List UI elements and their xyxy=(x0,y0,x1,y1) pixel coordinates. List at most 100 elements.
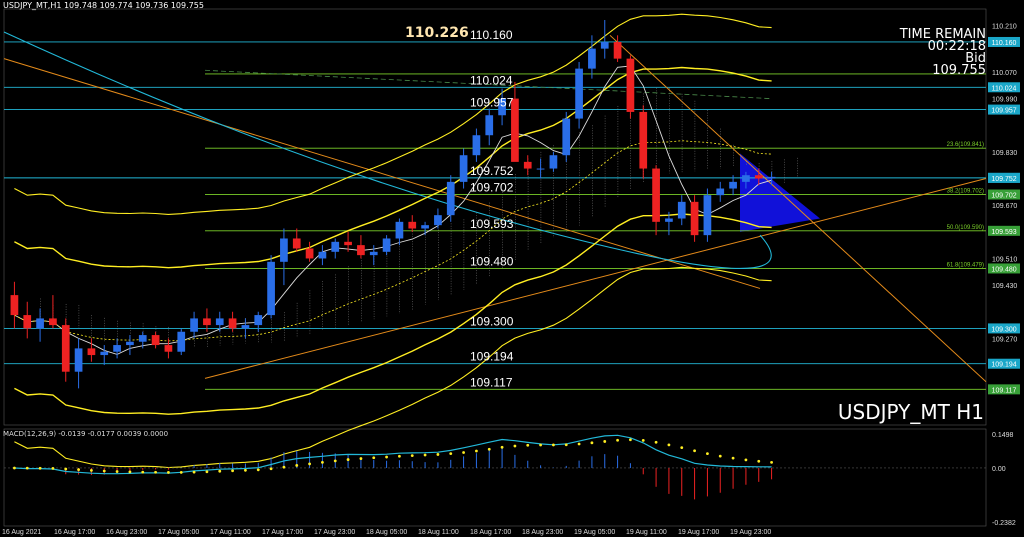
macd-axis-tick: 0.1498 xyxy=(992,432,1014,439)
candle-body xyxy=(742,175,750,182)
candle-body xyxy=(690,201,699,236)
level-label: 109.702 xyxy=(470,181,514,195)
candle-body xyxy=(203,318,211,326)
level-label: 109.480 xyxy=(470,254,514,268)
macd-signal-dot xyxy=(295,464,299,467)
candle-body xyxy=(74,348,83,372)
macd-signal-dot xyxy=(102,469,106,473)
candle-body xyxy=(459,155,468,182)
time-axis-label: 19 Aug 05:00 xyxy=(574,529,615,536)
macd-signal-dot xyxy=(141,470,145,474)
candle-body xyxy=(61,325,70,372)
price-axis-tick: 109.270 xyxy=(992,336,1017,343)
macd-signal-dot xyxy=(577,442,581,446)
price-tag-text: 109.957 xyxy=(991,108,1016,115)
candle-body xyxy=(639,111,648,169)
candle-body xyxy=(49,318,57,326)
macd-signal-dot xyxy=(385,455,388,459)
bollinger-band xyxy=(14,66,772,269)
level-label: 110.024 xyxy=(470,73,513,87)
price-axis-tick: 110.070 xyxy=(992,70,1017,77)
current-price-text: 109.752 xyxy=(991,176,1016,183)
macd-signal-dot xyxy=(346,458,350,461)
candle-body xyxy=(446,181,455,216)
time-axis-label: 16 Aug 2021 xyxy=(2,529,41,536)
macd-signal-dot xyxy=(616,438,619,442)
candle-body xyxy=(767,176,776,179)
macd-signal-dot xyxy=(90,468,93,472)
fib-label: 38.2(109.702) xyxy=(947,189,984,195)
candle-body xyxy=(434,215,442,226)
time-axis-label: 17 Aug 23:00 xyxy=(314,529,355,536)
macd-signal-dot xyxy=(205,470,209,474)
macd-signal-dot xyxy=(526,443,530,447)
price-axis-tick: 109.510 xyxy=(992,256,1017,263)
candle-body xyxy=(523,161,532,169)
price-axis-tick: 109.430 xyxy=(992,283,1017,290)
candle-body xyxy=(562,118,571,156)
level-label: 109.957 xyxy=(470,96,514,110)
price-tag-text: 109.300 xyxy=(991,326,1016,333)
time-axis-label: 16 Aug 17:00 xyxy=(54,529,95,536)
candle-body xyxy=(408,221,417,229)
candle-body xyxy=(357,245,365,256)
triangle-pattern-fill xyxy=(740,153,820,232)
macd-signal-dot xyxy=(64,467,68,471)
macd-signal-dot xyxy=(333,459,337,463)
time-axis-label: 19 Aug 23:00 xyxy=(730,529,771,536)
macd-signal-dot xyxy=(192,470,196,474)
price-axis-tick: 109.990 xyxy=(992,97,1017,104)
candle-body xyxy=(23,315,32,329)
candle-body xyxy=(292,238,301,249)
macd-signal-dot xyxy=(641,438,645,442)
macd-signal-dot xyxy=(256,468,260,472)
candle-body xyxy=(652,168,660,222)
level-label: 109.194 xyxy=(470,350,514,364)
macd-signal-dot xyxy=(231,469,234,473)
macd-signal-dot xyxy=(398,454,401,458)
macd-signal-dot xyxy=(51,466,55,470)
macd-signal-dot xyxy=(128,470,132,474)
macd-signal-dot xyxy=(462,451,465,454)
level-label: 109.117 xyxy=(470,375,513,389)
candle-body xyxy=(113,345,121,352)
price-tag-text: 110.160 xyxy=(992,40,1017,47)
macd-signal-dot xyxy=(693,449,696,453)
macd-signal-dot xyxy=(539,443,542,447)
time-axis-label: 17 Aug 05:00 xyxy=(158,529,199,536)
candle-body xyxy=(280,238,288,262)
macd-signal-dot xyxy=(744,458,748,462)
price-tag-text: 109.480 xyxy=(991,266,1016,273)
candle-body xyxy=(716,188,725,196)
candle-body xyxy=(575,68,583,119)
time-axis-label: 18 Aug 23:00 xyxy=(522,529,563,536)
price-tag-text: 109.117 xyxy=(992,387,1017,394)
candle-body xyxy=(126,341,134,346)
macd-pane-frame xyxy=(3,428,987,527)
fib-label: 50.0(109.590) xyxy=(947,225,984,231)
macd-signal-dot xyxy=(38,466,42,470)
candle-body xyxy=(241,325,250,329)
candle-body xyxy=(549,155,558,169)
candle-body xyxy=(421,225,429,229)
downtrend-line xyxy=(3,58,761,289)
candle-body xyxy=(729,181,737,189)
price-tag-text: 109.593 xyxy=(991,229,1016,236)
macd-signal-dot xyxy=(436,453,440,456)
candle-body xyxy=(536,168,545,170)
macd-signal-dot xyxy=(410,454,414,457)
candle-body xyxy=(344,241,352,246)
price-chart[interactable]: 110.160 110.024 109.957 23.6(109.841) 109.75… xyxy=(0,0,1024,537)
macd-signal-dot xyxy=(475,449,478,453)
macd-signal-dot xyxy=(629,438,632,442)
candle-body xyxy=(485,115,494,136)
bid-value: 109.755 xyxy=(932,63,986,78)
macd-signal-dot xyxy=(731,456,735,460)
macd-axis-tick: -0.2382 xyxy=(992,520,1016,527)
symbol-header: USDJPY_MT,H1 109.748 109.774 109.736 109… xyxy=(3,1,204,10)
candle-body xyxy=(254,315,263,326)
candle-body xyxy=(677,201,686,219)
macd-axis-tick: 0.00 xyxy=(992,466,1006,473)
candle-body xyxy=(472,135,481,156)
candle-body xyxy=(626,58,635,112)
